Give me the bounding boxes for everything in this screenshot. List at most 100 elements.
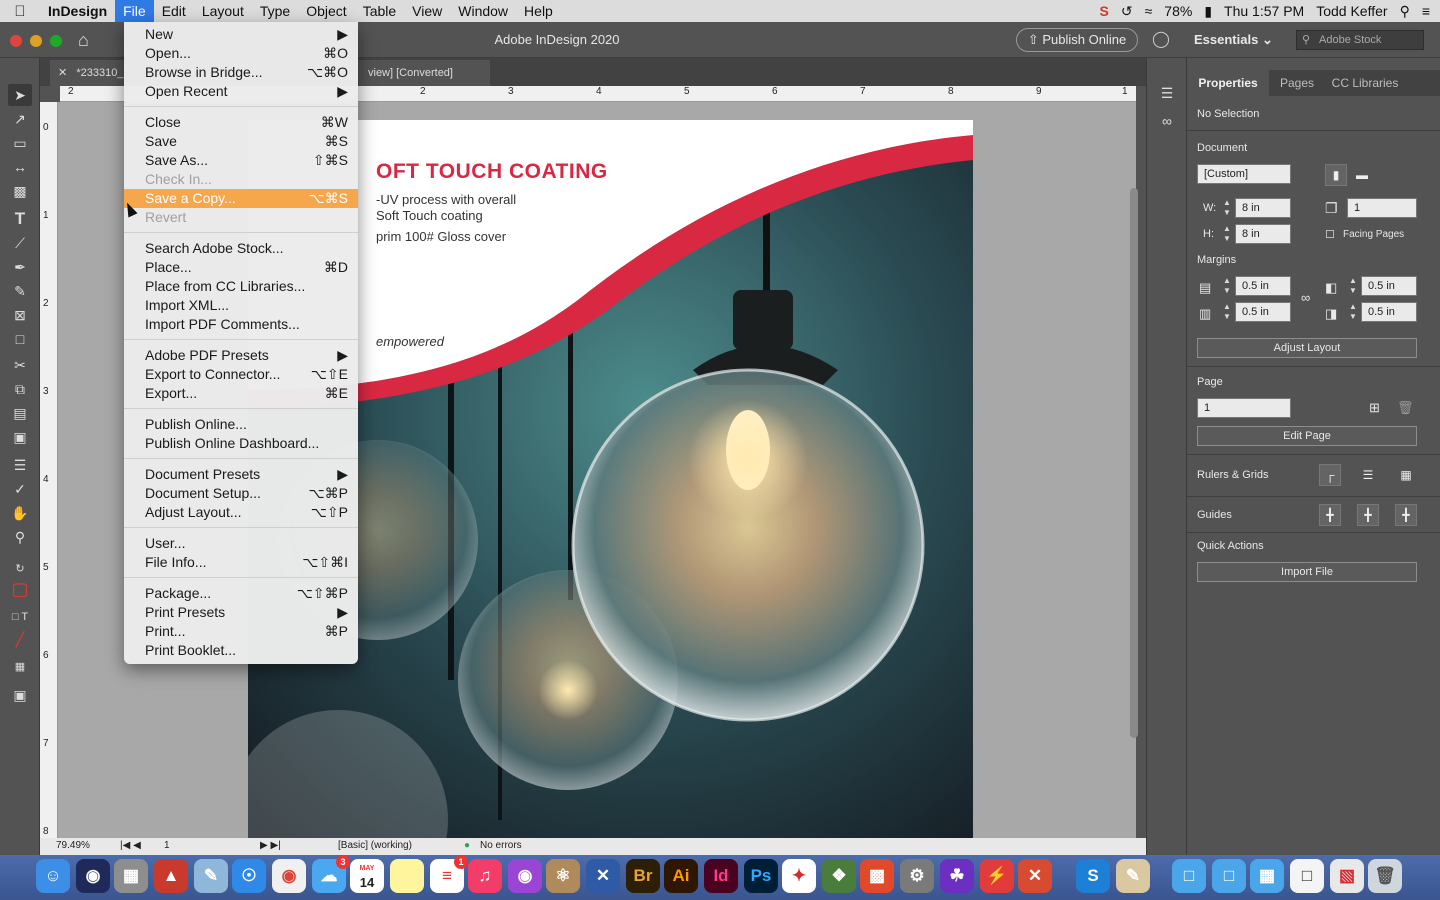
tab-pages[interactable]: Pages [1269,70,1325,96]
workspace-switcher[interactable]: Essentials ⌄ [1194,32,1273,48]
line-tool-icon[interactable]: ⟋ [8,232,32,254]
indesign-app-icon[interactable]: Id [704,859,738,893]
eyedropper-tool-icon[interactable]: ✓ [8,478,32,500]
menu-view[interactable]: View [404,0,450,22]
page-count-field[interactable]: 1 [1347,198,1417,218]
document-icon[interactable]: □ [1290,859,1324,893]
page-headline[interactable]: OFT TOUCH COATING [376,160,608,184]
zoom-tool-icon[interactable]: ⚲ [8,526,32,548]
clock[interactable]: Thu 1:57 PM [1224,3,1304,19]
folder-icon[interactable]: □ [1212,859,1246,893]
baseline-grid-icon[interactable]: ☰ [1357,464,1379,486]
menu-item-file-info[interactable]: File Info... ⌥⇧⌘I [124,553,358,572]
menu-item-print-booklet[interactable]: Print Booklet... [124,641,358,660]
podcasts-icon[interactable]: ◉ [508,859,542,893]
landscape-orientation-icon[interactable]: ▬ [1351,164,1373,186]
rectangle-tool-icon[interactable]: □ [8,328,32,350]
gradient-feather-tool-icon[interactable]: ▣ [8,426,32,448]
flash-app-icon[interactable]: ⚡ [980,859,1014,893]
menu-item-close[interactable]: Close ⌘W [124,113,358,132]
menu-object[interactable]: Object [298,0,354,22]
rulers-icon[interactable]: ┌ [1319,464,1341,486]
margin-right-field[interactable]: 0.5 in [1361,302,1417,322]
illustrator-app-icon[interactable]: Ai [664,859,698,893]
height-stepper-icon[interactable]: ▲ ▼ [1221,224,1233,244]
pencil-tool-icon[interactable]: ✎ [8,280,32,302]
menu-file[interactable]: File [115,0,154,22]
gap-tool-icon[interactable]: ↔ [8,156,32,178]
link-margins-icon[interactable]: ∞ [1301,290,1310,305]
width-field[interactable]: 8 in [1235,198,1291,218]
import-file-button[interactable]: Import File [1197,562,1417,582]
spotlight-search-icon[interactable]: ⚲ [1400,3,1410,20]
safari-icon[interactable]: ☉ [232,859,266,893]
logo-wordmark[interactable]: empowered [376,334,444,349]
rectangle-frame-tool-icon[interactable]: ⊠ [8,304,32,326]
note-tool-icon[interactable]: ☰ [8,454,32,476]
page-body-line[interactable]: -UV process with overall [376,192,516,207]
width-stepper-icon[interactable]: ▲ ▼ [1221,198,1233,218]
menu-item-document-presets[interactable]: Document Presets ▶ [124,465,358,484]
folder-icon[interactable]: □ [1172,859,1206,893]
page-number-field[interactable]: 1 [164,840,170,851]
preview-icon[interactable]: ✎ [194,859,228,893]
menu-item-save-a-copy[interactable]: Save a Copy... ⌥⌘S [124,189,358,208]
chrome-icon[interactable]: ◉ [272,859,306,893]
height-field[interactable]: 8 in [1235,224,1291,244]
menu-item-publish-online[interactable]: Publish Online... [124,415,358,434]
scissors-tool-icon[interactable]: ✂ [8,354,32,376]
menu-layout[interactable]: Layout [194,0,252,22]
selection-tool-icon[interactable]: ➤ [8,84,32,106]
zoom-level[interactable]: 79.49% [56,840,90,851]
next-page-icon[interactable]: ▶ ▶| [260,840,281,851]
vertical-scrollbar[interactable] [1130,188,1138,738]
links-icon[interactable]: ∞ [1155,110,1179,132]
document-preset-select[interactable]: [Custom] [1197,164,1291,184]
lightbulb-icon[interactable]: ◯ [1152,29,1170,49]
menu-item-publish-online-dashboard[interactable]: Publish Online Dashboard... [124,434,358,453]
battery-icon[interactable]: ▮ [1204,3,1212,20]
margin-bottom-field[interactable]: 0.5 in [1235,302,1291,322]
document-grid-icon[interactable]: ▦ [1395,464,1417,486]
tab-cc-libraries[interactable]: CC Libraries [1325,70,1405,96]
preflight-errors[interactable]: No errors [480,840,522,851]
menu-item-save-as[interactable]: Save As... ⇧⌘S [124,151,358,170]
screen-mode-icon[interactable]: ▦ [8,656,32,678]
snagit-icon[interactable]: S [1100,3,1109,19]
pen-tool-icon[interactable]: ✒ [8,256,32,278]
hand-tool-icon[interactable]: ✋ [8,502,32,524]
layers-icon[interactable]: ☰ [1155,82,1179,104]
trash-icon[interactable]: 🗑 [1368,859,1402,893]
menu-item-place-from-cc-libraries[interactable]: Place from CC Libraries... [124,277,358,296]
first-page-icon[interactable]: |◀ ◀ [120,840,141,851]
menu-item-open-recent[interactable]: Open Recent ▶ [124,82,358,101]
tab-properties[interactable]: Properties [1187,70,1269,96]
type-tool-icon[interactable]: T [8,208,32,230]
menu-item-adjust-layout[interactable]: Adjust Layout... ⌥⇧P [124,503,358,522]
menu-app-name[interactable]: InDesign [40,0,115,22]
calendar-icon[interactable]: MAY 14 [350,859,384,893]
adobe-stock-search-input[interactable]: ⚲ Adobe Stock [1296,30,1424,50]
apply-none-icon[interactable]: ╱ [8,628,32,650]
smart-guides-icon[interactable]: ╋ [1395,504,1417,526]
margin-top-field[interactable]: 0.5 in [1235,276,1291,296]
calculator-icon[interactable]: ▦ [114,859,148,893]
notification-center-icon[interactable]: ≡ [1422,3,1430,19]
fill-stroke-swatch-icon[interactable]: ▢ [8,578,32,600]
cube-app-icon[interactable]: ▩ [860,859,894,893]
direct-selection-tool-icon[interactable]: ↗ [8,108,32,130]
close-tab-icon[interactable]: ✕ [58,67,67,79]
lock-guides-icon[interactable]: ╋ [1357,504,1379,526]
maps-tool-icon[interactable]: ❖ [822,859,856,893]
swap-fill-stroke-icon[interactable]: ↻ [8,558,32,580]
add-page-icon[interactable]: ⊞ [1369,400,1380,416]
menu-item-print-presets[interactable]: Print Presets ▶ [124,603,358,622]
menu-window[interactable]: Window [450,0,516,22]
menu-item-package[interactable]: Package... ⌥⇧⌘P [124,584,358,603]
system-preferences-icon[interactable]: ⚙ [900,859,934,893]
business-app-icon[interactable]: ☘ [940,859,974,893]
margin-left-stepper-icon[interactable]: ▲ ▼ [1347,276,1359,296]
music-icon[interactable]: ♫ [468,859,502,893]
notes-icon[interactable] [390,859,424,893]
menu-item-print[interactable]: Print... ⌘P [124,622,358,641]
